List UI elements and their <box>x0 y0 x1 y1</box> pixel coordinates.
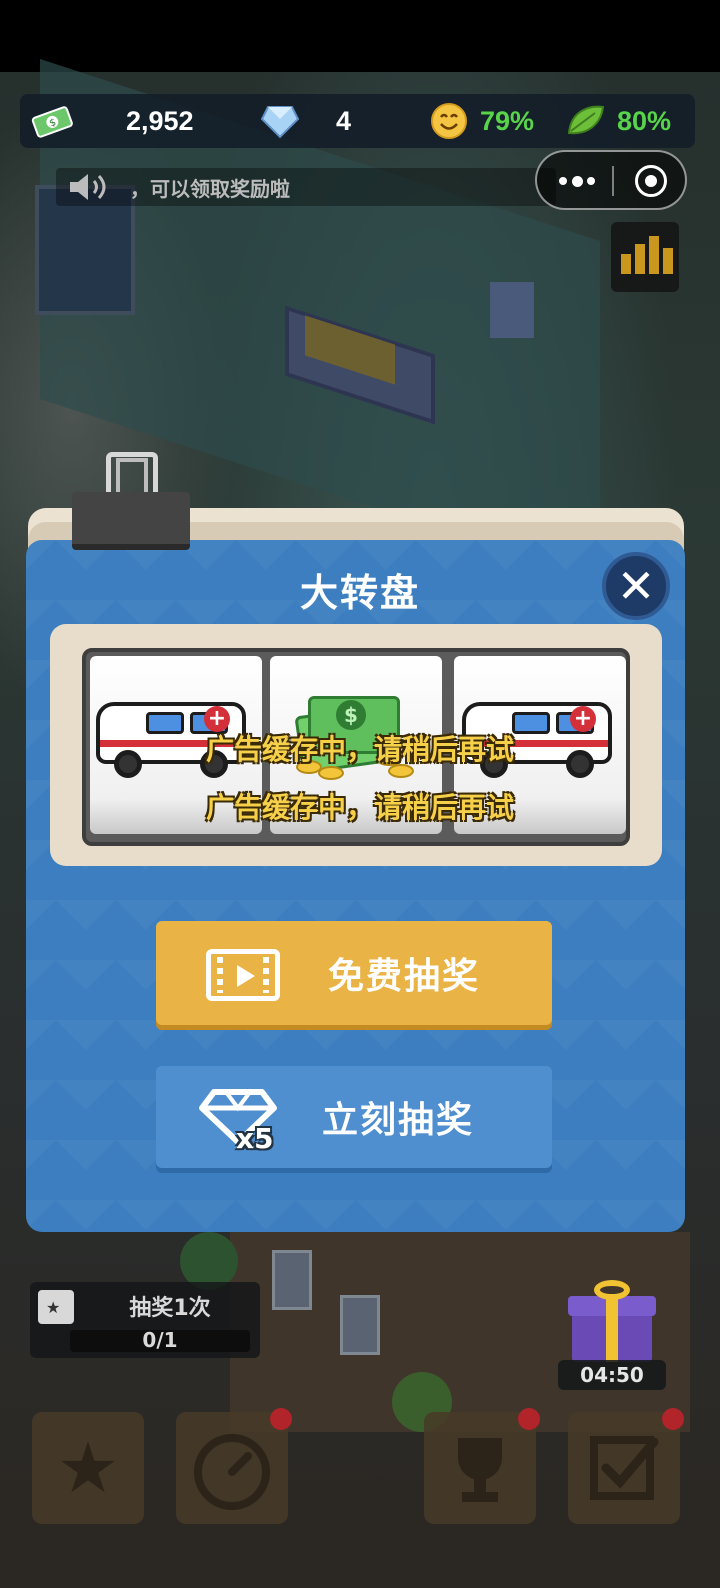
trophy-icon <box>458 1438 502 1502</box>
free-draw-label: 免费抽奖 <box>328 956 481 997</box>
close-icon: ✕ <box>616 559 656 613</box>
announcement-bar[interactable]: ，可以领取奖励啦 <box>56 168 556 206</box>
dock-button-speed[interactable] <box>176 1412 288 1524</box>
satisfaction-resource[interactable]: 79% <box>430 94 534 148</box>
speedometer-icon <box>194 1434 270 1510</box>
roof-window <box>272 1250 312 1310</box>
capsule-divider <box>612 166 614 196</box>
money-resource[interactable]: $ 2,952 <box>30 94 194 148</box>
dock-button-book[interactable]: ★ <box>32 1412 144 1524</box>
speaker-icon <box>70 174 106 200</box>
dock-button-trophy[interactable] <box>424 1412 536 1524</box>
task-tracker[interactable]: 抽奖1次 0/1 <box>30 1282 260 1358</box>
money-icon: $ <box>31 106 73 138</box>
ad-loading-toast: 广告缓存中，请稍后再试 <box>205 733 514 766</box>
dialog-title: 大转盘 <box>299 571 420 615</box>
gem-value: 4 <box>336 105 352 136</box>
status-bar <box>0 0 720 72</box>
free-draw-button[interactable]: 免费抽奖 <box>156 921 552 1025</box>
cabinet <box>490 282 534 338</box>
eco-resource[interactable]: 80% <box>565 94 671 148</box>
task-label: 抽奖1次 <box>129 1296 211 1321</box>
leaf-icon <box>567 105 605 135</box>
notification-badge <box>270 1408 292 1430</box>
money-value: 2,952 <box>126 105 194 136</box>
dock-button-tasks[interactable] <box>568 1412 680 1524</box>
announcement-text: ，可以领取奖励啦 <box>130 176 290 201</box>
satisfaction-value: 79% <box>480 105 535 136</box>
video-ad-icon <box>206 949 280 1001</box>
notification-badge <box>518 1408 540 1430</box>
resource-bar: $ 2,952 4 79% 80% <box>20 94 695 148</box>
task-board-icon <box>38 1290 74 1324</box>
instant-draw-button[interactable]: x5 立刻抽奖 <box>156 1066 552 1168</box>
roof-window <box>340 1295 380 1355</box>
task-progress: 0/1 <box>142 1328 178 1352</box>
gift-timer: 04:50 <box>558 1360 666 1390</box>
gem-cost: x5 <box>236 1122 274 1155</box>
instant-draw-label: 立刻抽奖 <box>322 1100 475 1141</box>
more-options-icon[interactable] <box>559 168 595 194</box>
notification-badge <box>662 1408 684 1430</box>
smiley-icon <box>431 103 467 139</box>
checklist-icon <box>590 1436 659 1500</box>
miniprogram-capsule <box>535 150 687 210</box>
binder-clip-icon <box>72 452 190 552</box>
stats-button[interactable] <box>611 222 679 292</box>
close-miniprogram-icon[interactable] <box>635 165 667 197</box>
book-icon: ★ <box>56 1427 120 1509</box>
ad-loading-toast: 广告缓存中，请稍后再试 <box>205 791 514 824</box>
gift-box-icon[interactable] <box>568 1276 656 1364</box>
close-button[interactable]: ✕ <box>602 552 670 620</box>
diamond-icon <box>260 106 300 139</box>
gem-resource[interactable]: 4 <box>260 94 351 148</box>
eco-value: 80% <box>617 105 672 136</box>
